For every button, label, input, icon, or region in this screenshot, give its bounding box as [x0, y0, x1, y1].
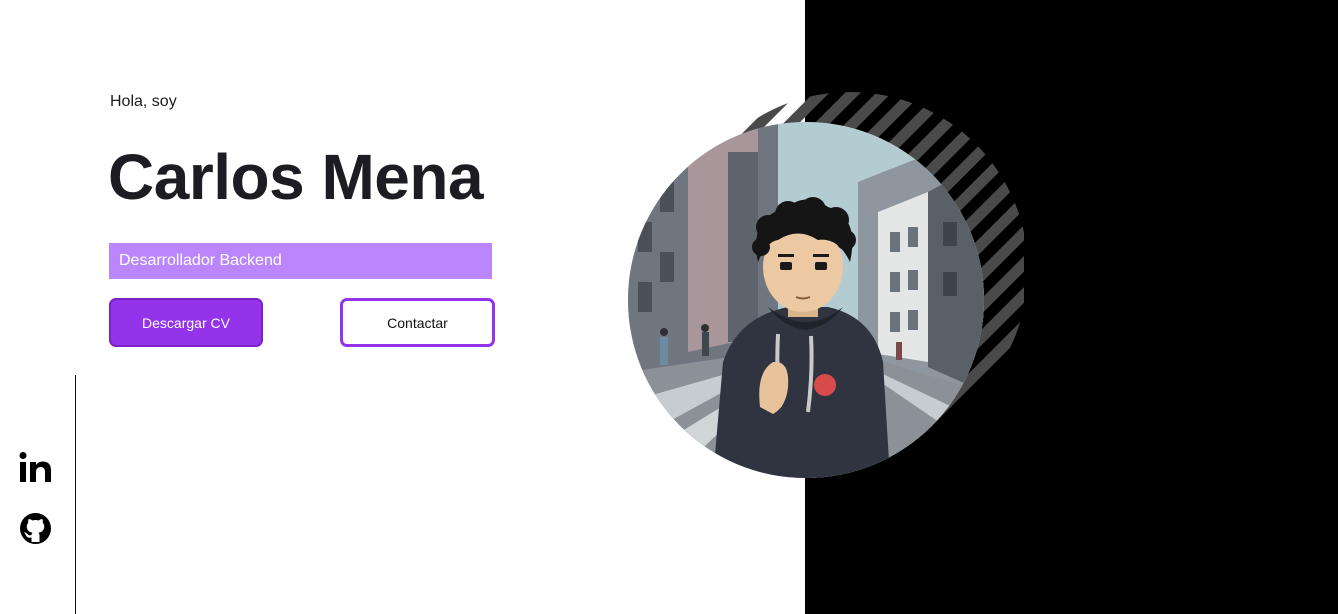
contact-button[interactable]: Contactar [340, 298, 495, 347]
social-divider-line [75, 375, 76, 614]
profile-avatar [628, 122, 984, 478]
download-cv-button[interactable]: Descargar CV [109, 298, 263, 347]
role-label: Desarrollador Backend [109, 243, 492, 279]
linkedin-icon[interactable] [19, 451, 52, 484]
github-icon[interactable] [19, 512, 52, 545]
hero-section: Hola, soy Carlos Mena Desarrollador Back… [0, 0, 1338, 614]
page-title: Carlos Mena [108, 141, 484, 213]
greeting-text: Hola, soy [110, 93, 177, 110]
